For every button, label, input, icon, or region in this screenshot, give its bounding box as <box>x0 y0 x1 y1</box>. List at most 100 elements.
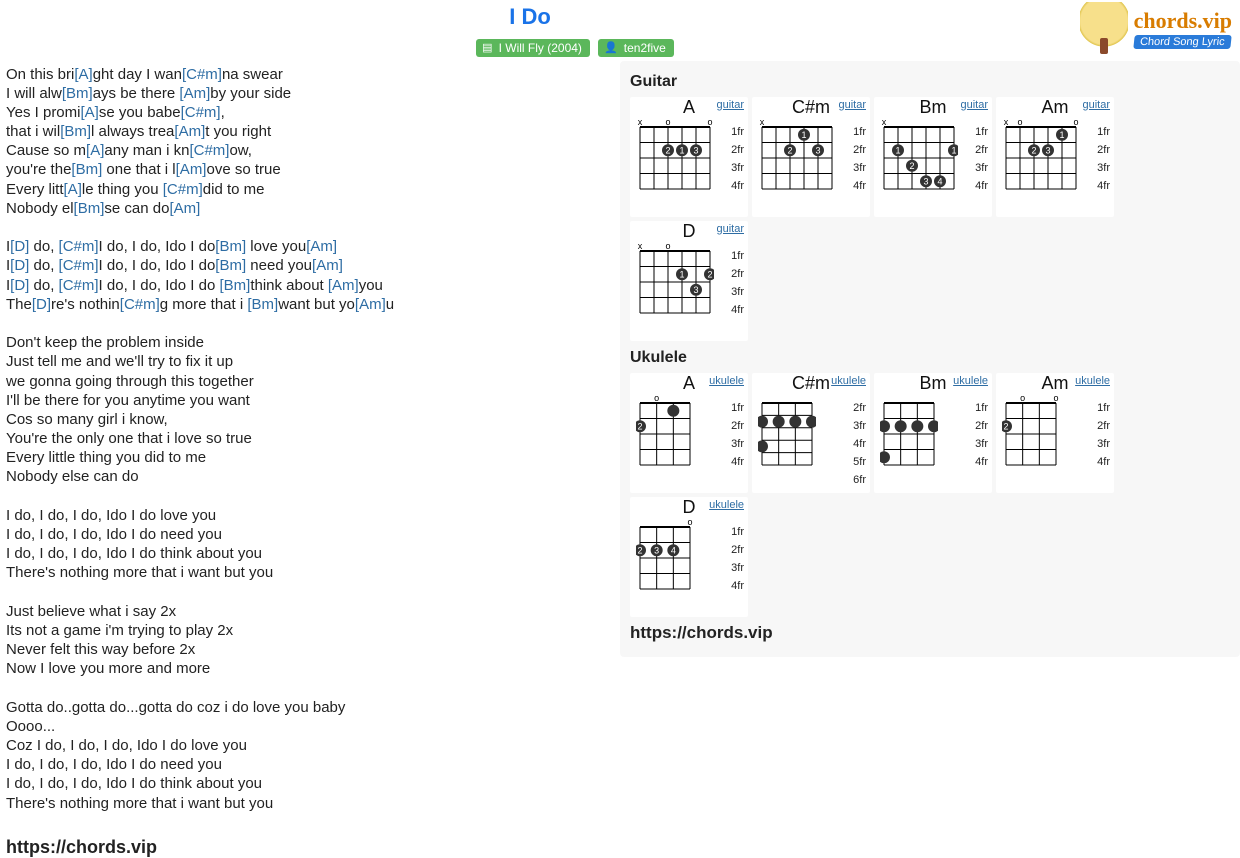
chord-card-bm[interactable]: Bmguitarx112341fr2fr3fr4fr <box>874 97 992 217</box>
lyric-text: There's nothing more that i want but you <box>6 564 273 581</box>
chord-marker[interactable]: [Bm] <box>215 238 246 255</box>
chord-marker[interactable]: [D] <box>10 238 29 255</box>
chord-marker[interactable]: [C#m] <box>189 142 229 159</box>
svg-text:o: o <box>707 119 712 127</box>
chord-card-csharpm[interactable]: C#mguitarx1231fr2fr3fr4fr <box>752 97 870 217</box>
instrument-link[interactable]: guitar <box>960 99 988 111</box>
lyric-line: I do, I do, I do, Ido I do think about y… <box>6 544 614 563</box>
lyric-text: Never felt this way before 2x <box>6 641 195 658</box>
instrument-link[interactable]: guitar <box>838 99 866 111</box>
instrument-link[interactable]: guitar <box>1082 99 1110 111</box>
chord-marker[interactable]: [C#m] <box>163 181 203 198</box>
instrument-link[interactable]: ukulele <box>1075 375 1110 387</box>
instrument-link[interactable]: ukulele <box>709 499 744 511</box>
chord-marker[interactable]: [D] <box>10 257 29 274</box>
svg-text:3: 3 <box>923 176 928 186</box>
lyric-text: I do, I do, I do, Ido I do think about y… <box>6 775 262 792</box>
instrument-link[interactable]: guitar <box>716 99 744 111</box>
svg-text:4: 4 <box>937 176 942 186</box>
instrument-link[interactable]: ukulele <box>709 375 744 387</box>
chord-marker[interactable]: [Bm] <box>62 85 93 102</box>
chord-marker[interactable]: [C#m] <box>120 296 160 313</box>
lyric-text: Coz I do, I do, I do, Ido I do love you <box>6 737 247 754</box>
chord-marker[interactable]: [A] <box>80 104 98 121</box>
chord-marker[interactable]: [Bm] <box>219 277 250 294</box>
chord-marker[interactable]: [C#m] <box>182 66 222 83</box>
lyric-line: There's nothing more that i want but you <box>6 794 614 813</box>
chord-marker[interactable]: [Am] <box>174 123 205 140</box>
lyric-line: Cause so m[A]any man i kn[C#m]ow, <box>6 141 614 160</box>
chord-marker[interactable]: [C#m] <box>59 257 99 274</box>
logo-tagline: Chord Song Lyric <box>1134 35 1232 49</box>
chord-marker[interactable]: [Am] <box>328 277 359 294</box>
chord-marker[interactable]: [C#m] <box>59 277 99 294</box>
lyric-text: The <box>6 296 32 313</box>
lyric-line: Nobody else can do <box>6 467 614 486</box>
chord-marker[interactable]: [Am] <box>179 85 210 102</box>
lyric-text: I do, I do, I do, Ido I do love you <box>6 507 216 524</box>
chord-diagram: xoo213 <box>636 119 714 193</box>
instrument-link[interactable]: guitar <box>716 223 744 235</box>
chord-marker[interactable]: [A] <box>74 66 92 83</box>
lyric-line: I do, I do, I do, Ido I do think about y… <box>6 774 614 793</box>
svg-text:o: o <box>687 519 692 527</box>
svg-text:3: 3 <box>815 145 820 155</box>
chord-diagram <box>880 395 938 469</box>
fret-labels: 2fr3fr4fr5fr6fr <box>853 399 866 489</box>
chord-marker[interactable]: [Am] <box>176 161 207 178</box>
lyric-line: Yes I promi[A]se you babe[C#m], <box>6 103 614 122</box>
chord-marker[interactable]: [C#m] <box>181 104 221 121</box>
chord-marker[interactable]: [C#m] <box>59 238 99 255</box>
chord-marker[interactable]: [A] <box>64 181 82 198</box>
chord-marker[interactable]: [Bm] <box>247 296 278 313</box>
chord-card-am[interactable]: Amguitarxoo1231fr2fr3fr4fr <box>996 97 1114 217</box>
chord-marker[interactable]: [Am] <box>355 296 386 313</box>
chord-marker[interactable]: [D] <box>32 296 51 313</box>
lyric-line <box>6 314 614 333</box>
chord-marker[interactable]: [Am] <box>169 200 200 217</box>
chord-card-d[interactable]: Dukuleleo2341fr2fr3fr4fr <box>630 497 748 617</box>
main-content: On this bri[A]ght day I wan[C#m]na swear… <box>0 61 1240 823</box>
chord-marker[interactable]: [A] <box>86 142 104 159</box>
svg-text:4: 4 <box>671 545 676 555</box>
lyric-text: do, <box>29 238 58 255</box>
lyric-text: I do, I do, Ido I do <box>99 277 220 294</box>
lyric-text: Oooo... <box>6 718 55 735</box>
artist-badge[interactable]: 👤 ten2five <box>598 39 674 57</box>
chord-card-bm[interactable]: Bmukulele1fr2fr3fr4fr <box>874 373 992 493</box>
chord-card-am[interactable]: Amukuleleoo21fr2fr3fr4fr <box>996 373 1114 493</box>
chord-marker[interactable]: [D] <box>10 277 29 294</box>
lyric-line: Never felt this way before 2x <box>6 640 614 659</box>
chord-card-a[interactable]: Aukuleleo21fr2fr3fr4fr <box>630 373 748 493</box>
instrument-link[interactable]: ukulele <box>953 375 988 387</box>
site-logo[interactable]: chords.vip Chord Song Lyric <box>1080 2 1232 56</box>
chord-marker[interactable]: [Bm] <box>215 257 246 274</box>
chord-marker[interactable]: [Bm] <box>71 161 102 178</box>
chord-card-d[interactable]: Dguitarxo1231fr2fr3fr4fr <box>630 221 748 341</box>
lyric-text: Just tell me and we'll try to fix it up <box>6 353 233 370</box>
lyric-text: Yes I promi <box>6 104 80 121</box>
chord-diagram: x123 <box>758 119 836 193</box>
lyric-text: I do, I do, Ido I do <box>99 238 216 255</box>
fret-labels: 1fr2fr3fr4fr <box>853 123 866 195</box>
chord-marker[interactable]: [Am] <box>306 238 337 255</box>
chord-marker[interactable]: [Bm] <box>60 123 91 140</box>
guitar-section-title: Guitar <box>630 73 1230 91</box>
lyric-text: I will alw <box>6 85 62 102</box>
lyric-text: Every litt <box>6 181 64 198</box>
lyric-text: There's nothing more that i want but you <box>6 795 273 812</box>
lyric-text: I do, I do, I do, Ido I do need you <box>6 756 222 773</box>
chord-card-csharpm[interactable]: C#mukulele2fr3fr4fr5fr6fr <box>752 373 870 493</box>
lyric-text: l always trea <box>91 123 174 140</box>
chord-marker[interactable]: [Bm] <box>74 200 105 217</box>
chord-card-a[interactable]: Aguitarxoo2131fr2fr3fr4fr <box>630 97 748 217</box>
lyric-line: we gonna going through this together <box>6 372 614 391</box>
album-badge[interactable]: ▤ I Will Fly (2004) <box>476 39 590 57</box>
chord-marker[interactable]: [Am] <box>312 257 343 274</box>
lyric-text: le thing you <box>82 181 163 198</box>
instrument-link[interactable]: ukulele <box>831 375 866 387</box>
fret-labels: 1fr2fr3fr4fr <box>731 399 744 471</box>
svg-text:1: 1 <box>1059 129 1064 139</box>
svg-text:1: 1 <box>679 269 684 279</box>
ukulele-icon <box>1080 2 1128 56</box>
